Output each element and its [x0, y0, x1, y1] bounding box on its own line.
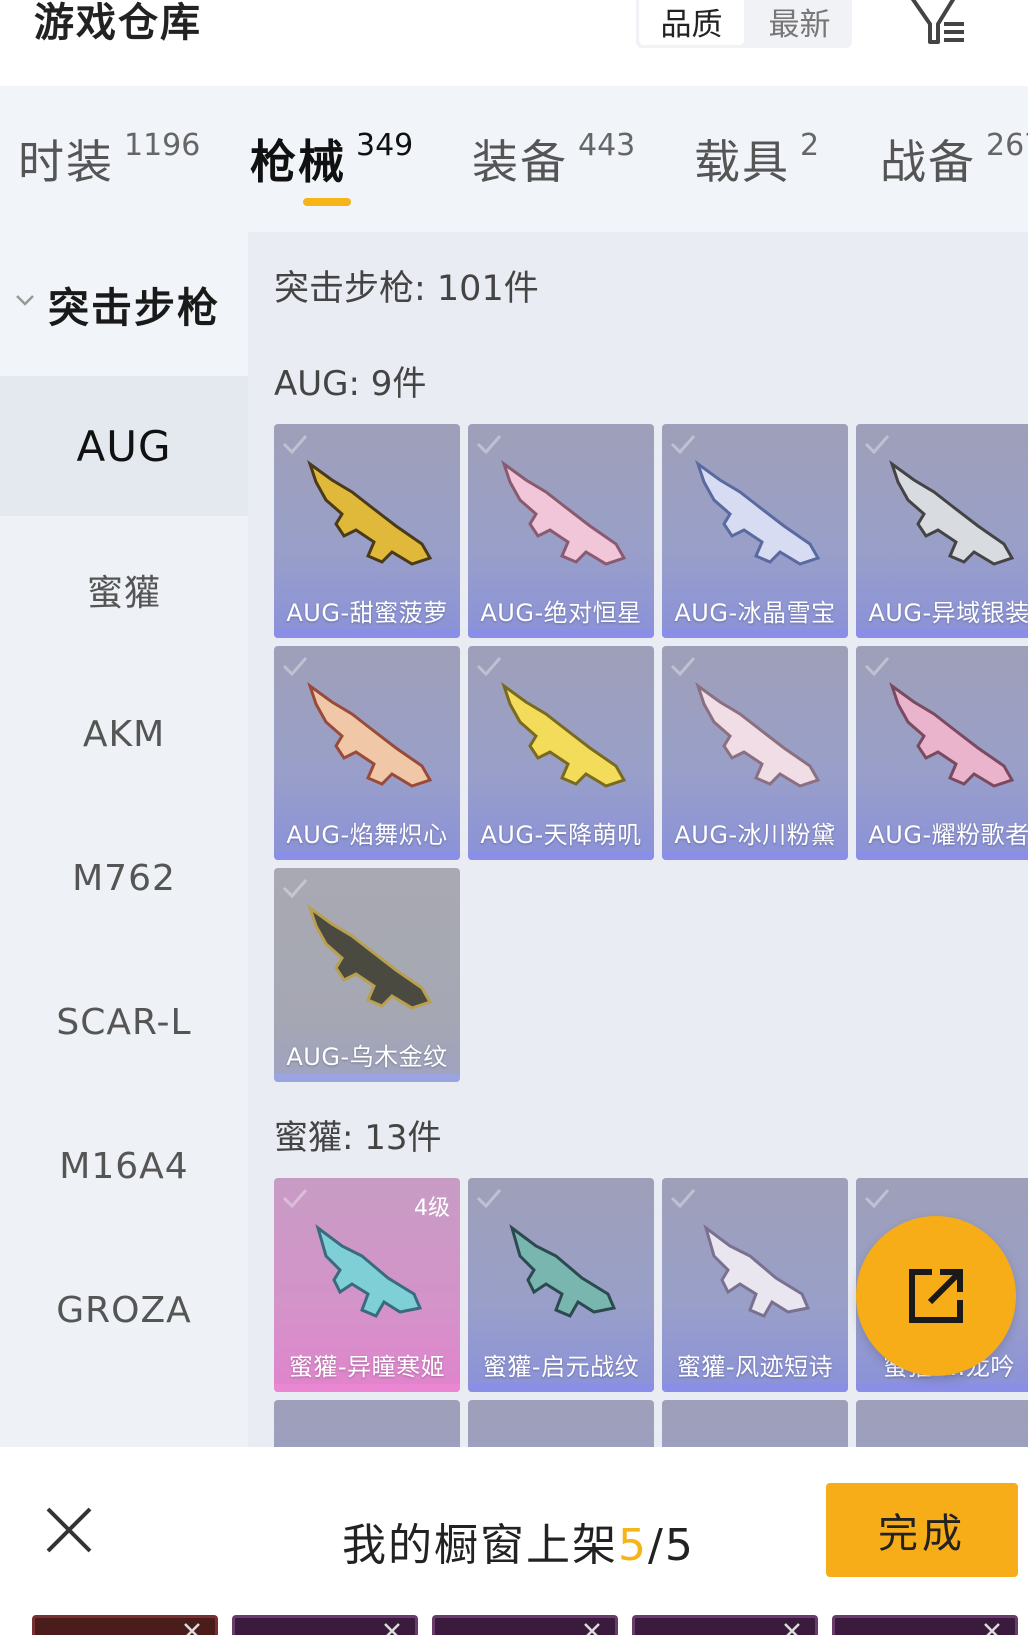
sidebar-item-m762[interactable]: M762	[0, 808, 248, 948]
skin-card[interactable]	[856, 1400, 1028, 1447]
rifle-icon	[695, 682, 821, 788]
skin-name: AUG-异域银装	[868, 599, 1028, 627]
smg-icon	[315, 1224, 423, 1318]
skin-name: AUG-乌木金纹	[286, 1043, 448, 1071]
tab-count: 443	[578, 128, 636, 163]
skin-card[interactable]: AUG-甜蜜菠萝	[274, 424, 460, 638]
smg-icon	[703, 1224, 811, 1318]
skin-name: 蜜獾-启元战纹	[482, 1353, 640, 1381]
remove-icon[interactable]	[781, 1620, 803, 1635]
tab-label: 战备	[880, 135, 976, 189]
section-title-honey-badger: 蜜獾: 13件	[274, 1118, 442, 1158]
skin-name: AUG-冰川粉黛	[674, 821, 836, 849]
tab-fashion[interactable]: 时装 1196	[18, 126, 200, 192]
skin-name: AUG-甜蜜菠萝	[286, 599, 448, 627]
rifle-icon	[501, 460, 627, 566]
tab-vehicles[interactable]: 载具 2	[694, 126, 819, 192]
category-summary: 突击步枪: 101件	[274, 269, 539, 309]
showcase-bottom-bar: 我的橱窗上架5/5 完成	[0, 1447, 1028, 1635]
showcase-slot[interactable]	[832, 1615, 1018, 1635]
smg-icon	[509, 1224, 617, 1318]
share-icon	[909, 1269, 963, 1323]
skin-name: AUG-耀粉歌者	[868, 821, 1028, 849]
skin-card[interactable]: AUG-天降萌叽	[468, 646, 654, 860]
shelf-label: 我的橱窗上架	[342, 1520, 618, 1571]
skin-card[interactable]: AUG-绝对恒星	[468, 424, 654, 638]
sort-option-latest[interactable]: 最新	[747, 0, 852, 48]
showcase-slot[interactable]	[32, 1615, 218, 1635]
sidebar-item-honey-badger[interactable]: 蜜獾	[0, 520, 248, 660]
share-floating-button[interactable]	[856, 1216, 1016, 1376]
tab-battle-gear[interactable]: 战备 267	[880, 126, 1028, 192]
skin-card[interactable]: AUG-异域银装	[856, 424, 1028, 638]
category-tabs: 时装 1196 枪械 349 装备 443 载具 2 战备 267	[0, 86, 1028, 232]
rifle-icon	[307, 682, 433, 788]
sidebar-group-label: 突击步枪	[48, 284, 220, 332]
sidebar-item-m16a4[interactable]: M16A4	[0, 1096, 248, 1236]
rifle-icon	[307, 460, 433, 566]
tab-firearms[interactable]: 枪械 349	[250, 126, 413, 192]
skin-card[interactable]: AUG-焰舞炽心	[274, 646, 460, 860]
rifle-icon	[307, 904, 433, 1010]
showcase-slot[interactable]	[432, 1615, 618, 1635]
skin-card[interactable]	[468, 1400, 654, 1447]
close-icon[interactable]	[44, 1505, 94, 1555]
tab-label: 枪械	[250, 135, 346, 189]
remove-icon[interactable]	[181, 1620, 203, 1635]
shelf-used-count: 5	[618, 1520, 648, 1571]
skin-card[interactable]: AUG-冰川粉黛	[662, 646, 848, 860]
skin-card[interactable]: 蜜獾-启元战纹	[468, 1178, 654, 1392]
sidebar-item-akm[interactable]: AKM	[0, 664, 248, 804]
tab-count: 349	[356, 128, 414, 163]
skin-card[interactable]: AUG-耀粉歌者	[856, 646, 1028, 860]
skin-card[interactable]: AUG-冰晶雪宝	[662, 424, 848, 638]
active-tab-indicator	[303, 198, 351, 206]
tab-label: 时装	[18, 135, 114, 189]
remove-icon[interactable]	[581, 1620, 603, 1635]
skin-name: 蜜獾-风迹短诗	[676, 1353, 834, 1381]
skin-name: 蜜獾-异瞳寒姬	[288, 1353, 446, 1381]
filter-icon[interactable]	[908, 0, 972, 46]
tab-count: 2	[800, 128, 820, 163]
sidebar-item-aug[interactable]: AUG	[0, 376, 248, 516]
rifle-icon	[695, 460, 821, 566]
skin-name: AUG-冰晶雪宝	[674, 599, 836, 627]
tab-label: 装备	[472, 135, 568, 189]
skin-name: AUG-焰舞炽心	[286, 821, 448, 849]
rifle-icon	[889, 682, 1015, 788]
showcase-shelf-status: 我的橱窗上架5/5	[342, 1509, 695, 1573]
sort-option-quality[interactable]: 品质	[639, 0, 744, 45]
rifle-icon	[501, 682, 627, 788]
remove-icon[interactable]	[381, 1620, 403, 1635]
check-icon	[864, 1189, 890, 1209]
skin-card[interactable]: 蜜獾-风迹短诗	[662, 1178, 848, 1392]
chevron-down-icon	[16, 295, 34, 306]
section-title-aug: AUG: 9件	[274, 364, 427, 404]
sidebar-group-assault-rifles[interactable]: 突击步枪	[0, 232, 248, 376]
sidebar-item-scar-l[interactable]: SCAR-L	[0, 952, 248, 1092]
weapon-sidebar: 突击步枪 AUG 蜜獾 AKM M762 SCAR-L M16A4 GROZA	[0, 232, 248, 1447]
done-button[interactable]: 完成	[826, 1483, 1018, 1577]
rifle-icon	[889, 460, 1015, 566]
sidebar-item-groza[interactable]: GROZA	[0, 1240, 248, 1380]
tab-count: 267	[986, 128, 1028, 163]
page-title: 游戏仓库	[34, 0, 202, 46]
showcase-slot[interactable]	[232, 1615, 418, 1635]
skin-card[interactable]: 4级 蜜獾-异瞳寒姬	[274, 1178, 460, 1392]
sort-toggle[interactable]: 品质 最新	[636, 0, 852, 48]
showcase-slot[interactable]	[632, 1615, 818, 1635]
tab-label: 载具	[694, 135, 790, 189]
remove-icon[interactable]	[981, 1620, 1003, 1635]
shelf-total-count: /5	[648, 1520, 695, 1571]
skin-card[interactable]: AUG-乌木金纹	[274, 868, 460, 1082]
tab-equipment[interactable]: 装备 443	[472, 126, 635, 192]
skin-name: AUG-天降萌叽	[480, 821, 642, 849]
skin-name: AUG-绝对恒星	[480, 599, 642, 627]
skin-card[interactable]	[662, 1400, 848, 1447]
skin-card[interactable]	[274, 1400, 460, 1447]
tab-count: 1196	[124, 128, 201, 163]
header: 游戏仓库 品质 最新	[0, 0, 1028, 86]
